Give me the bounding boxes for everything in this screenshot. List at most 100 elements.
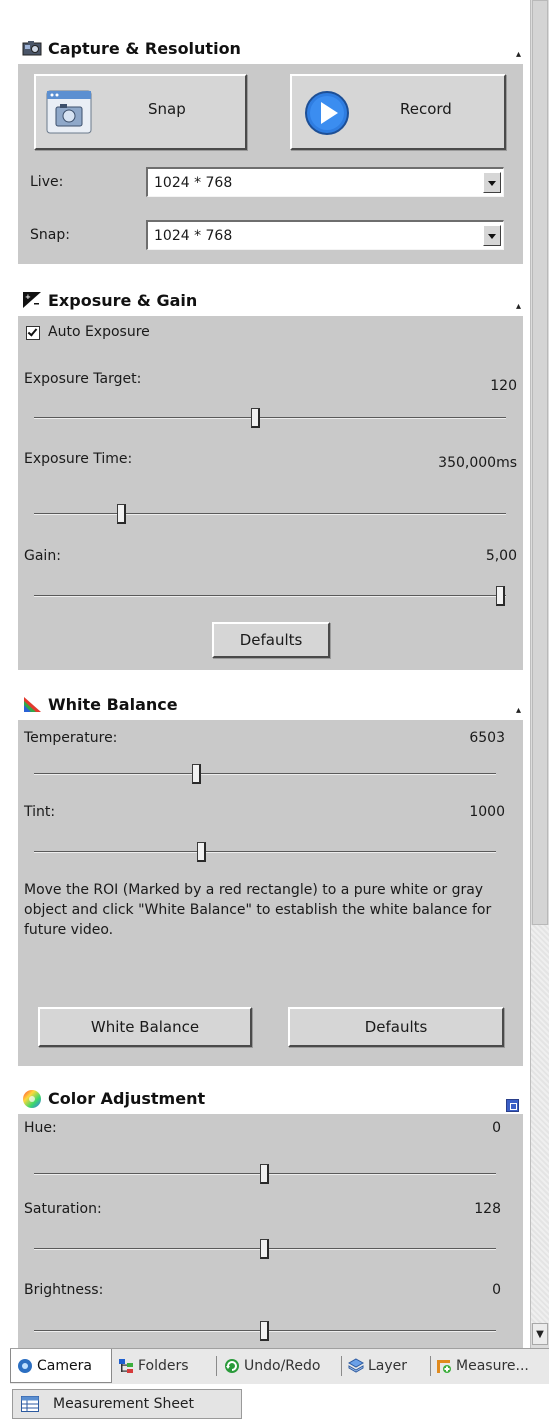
- capture-resolution-header[interactable]: Capture & Resolution ▴: [18, 34, 523, 62]
- slider-thumb[interactable]: [117, 504, 126, 524]
- tint-label: Tint:: [24, 804, 56, 820]
- measure-icon: [436, 1358, 452, 1374]
- tint-slider[interactable]: [34, 842, 496, 862]
- tab-folders[interactable]: Folders: [118, 1349, 214, 1383]
- hue-label: Hue:: [24, 1120, 57, 1136]
- slider-thumb[interactable]: [260, 1239, 269, 1259]
- white-balance-button-label: White Balance: [90, 1018, 200, 1036]
- temperature-value: 6503: [469, 730, 505, 746]
- saturation-slider[interactable]: [34, 1239, 496, 1259]
- gain-label: Gain:: [24, 548, 61, 564]
- color-adjustment-section: Color Adjustment Hue: 0 Saturation: 128 …: [18, 1084, 523, 1348]
- undo-redo-icon: [224, 1358, 240, 1374]
- tab-camera[interactable]: Camera: [10, 1349, 112, 1383]
- brightness-value: 0: [492, 1282, 501, 1298]
- tab-separator: [216, 1356, 217, 1376]
- checkmark-icon: [27, 326, 38, 337]
- slider-thumb[interactable]: [197, 842, 206, 862]
- exposure-time-slider[interactable]: [34, 504, 506, 524]
- dropdown-arrow-icon[interactable]: [483, 225, 501, 246]
- slider-rail: [34, 513, 506, 515]
- tab-camera-label: Camera: [37, 1357, 92, 1374]
- temperature-slider[interactable]: [34, 764, 496, 784]
- brightness-slider[interactable]: [34, 1321, 496, 1341]
- exposure-time-value: 350,000ms: [438, 455, 517, 471]
- tab-undo-redo[interactable]: Undo/Redo: [224, 1349, 340, 1383]
- folders-icon: [118, 1358, 134, 1374]
- snap-resolution-select[interactable]: 1024 * 768: [146, 220, 504, 250]
- tab-separator: [341, 1356, 342, 1376]
- gain-value: 5,00: [485, 548, 517, 564]
- color-adjustment-header[interactable]: Color Adjustment: [18, 1084, 523, 1112]
- white-balance-defaults-button[interactable]: Defaults: [288, 1007, 504, 1047]
- exposure-gain-title: Exposure & Gain: [48, 290, 198, 310]
- white-balance-header[interactable]: White Balance ▴: [18, 690, 523, 718]
- slider-thumb[interactable]: [260, 1164, 269, 1184]
- white-balance-section: White Balance ▴ Temperature: 6503 Tint: …: [18, 690, 523, 1066]
- tint-value: 1000: [469, 804, 505, 820]
- tab-layer[interactable]: Layer: [347, 1349, 428, 1383]
- capture-resolution-body: Snap Record Live: 1024 * 768 Snap: 1024 …: [18, 62, 523, 264]
- collapse-arrow-icon[interactable]: ▴: [516, 705, 521, 716]
- live-resolution-value: 1024 * 768: [154, 174, 233, 191]
- slider-thumb[interactable]: [251, 408, 260, 428]
- expand-box-icon[interactable]: [506, 1099, 519, 1112]
- brightness-label: Brightness:: [24, 1282, 104, 1298]
- slider-rail: [34, 595, 506, 597]
- svg-text:+: +: [25, 293, 31, 301]
- snap-window-icon: [46, 90, 92, 138]
- white-balance-body: Temperature: 6503 Tint: 1000 Move the RO…: [18, 718, 523, 1066]
- collapse-arrow-icon[interactable]: ▴: [516, 49, 521, 60]
- white-balance-button[interactable]: White Balance: [38, 1007, 252, 1047]
- slider-rail: [34, 417, 506, 419]
- exposure-target-slider[interactable]: [34, 408, 506, 428]
- camera-icon: [17, 1358, 33, 1374]
- slider-thumb[interactable]: [496, 586, 505, 606]
- scrollbar-thumb[interactable]: [532, 0, 548, 925]
- layer-icon: [347, 1358, 365, 1374]
- dropdown-arrow-icon[interactable]: [483, 172, 501, 193]
- exposure-gain-header[interactable]: + Exposure & Gain ▴: [18, 286, 523, 314]
- snap-res-label: Snap:: [30, 227, 70, 243]
- gain-slider[interactable]: [34, 586, 506, 606]
- tab-measure-label: Measure...: [456, 1358, 529, 1374]
- record-button-label: Record: [400, 100, 452, 118]
- capture-resolution-section: Capture & Resolution ▴ Snap Record Live:…: [18, 34, 523, 264]
- slider-rail: [34, 773, 496, 775]
- live-resolution-select[interactable]: 1024 * 768: [146, 167, 504, 197]
- tab-undo-redo-label: Undo/Redo: [244, 1358, 321, 1374]
- snap-button[interactable]: Snap: [34, 74, 247, 150]
- white-balance-defaults-label: Defaults: [364, 1018, 428, 1036]
- saturation-value: 128: [474, 1201, 501, 1217]
- slider-thumb[interactable]: [192, 764, 201, 784]
- scroll-down-arrow-icon[interactable]: ▼: [532, 1323, 548, 1345]
- camera-control-panel: Capture & Resolution ▴ Snap Record Live:…: [0, 0, 530, 1348]
- collapse-arrow-icon[interactable]: ▴: [516, 301, 521, 312]
- exposure-gain-section: + Exposure & Gain ▴ Auto Exposure Exposu…: [18, 286, 523, 670]
- temperature-label: Temperature:: [24, 730, 118, 746]
- hue-value: 0: [492, 1120, 501, 1136]
- auto-exposure-label: Auto Exposure: [48, 324, 150, 340]
- camera-icon: [22, 39, 42, 57]
- record-button[interactable]: Record: [290, 74, 506, 150]
- exposure-defaults-button[interactable]: Defaults: [212, 622, 330, 658]
- color-adjustment-body: Hue: 0 Saturation: 128 Brightness: 0: [18, 1112, 523, 1348]
- white-balance-help-text: Move the ROI (Marked by a red rectangle)…: [24, 882, 492, 938]
- auto-exposure-checkbox[interactable]: [26, 326, 40, 340]
- tab-measure[interactable]: Measure...: [436, 1349, 548, 1383]
- exposure-target-label: Exposure Target:: [24, 371, 142, 387]
- measurement-sheet-icon: [21, 1396, 39, 1412]
- measurement-sheet-label: Measurement Sheet: [53, 1396, 195, 1412]
- slider-thumb[interactable]: [260, 1321, 269, 1341]
- tab-folders-label: Folders: [138, 1358, 189, 1374]
- measurement-sheet-tab[interactable]: Measurement Sheet: [12, 1389, 242, 1419]
- live-label: Live:: [30, 174, 64, 190]
- hue-slider[interactable]: [34, 1164, 496, 1184]
- vertical-scrollbar[interactable]: ▼: [530, 0, 549, 1348]
- exposure-defaults-label: Defaults: [239, 631, 303, 649]
- slider-rail: [34, 851, 496, 853]
- exposure-target-value: 120: [490, 378, 517, 394]
- white-balance-icon: [22, 695, 42, 713]
- scrollbar-track[interactable]: [531, 925, 549, 1323]
- exposure-time-label: Exposure Time:: [24, 451, 133, 467]
